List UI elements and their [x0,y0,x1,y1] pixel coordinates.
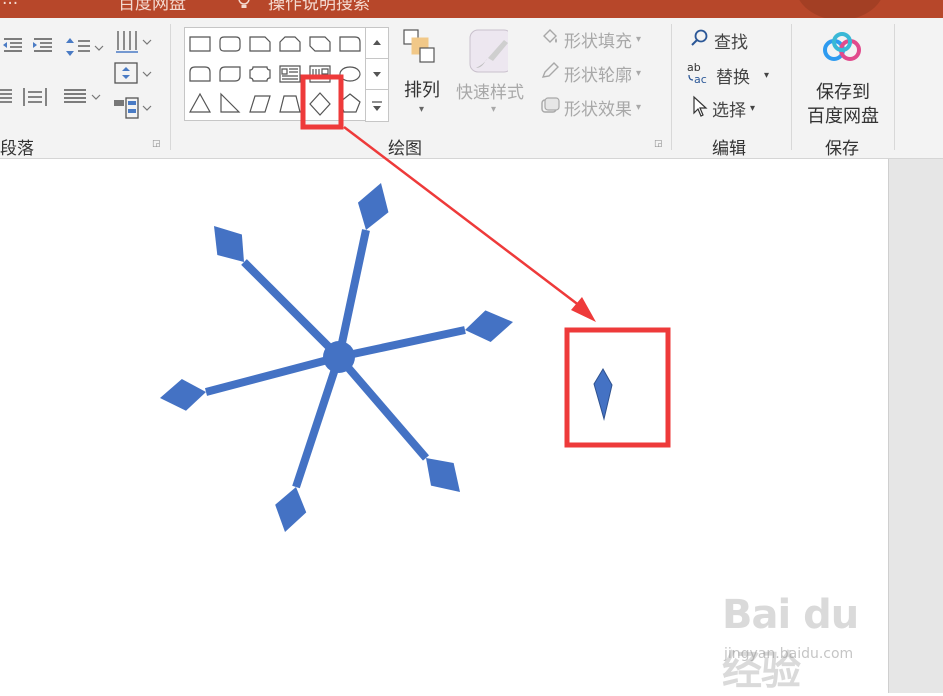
gallery-scroll-up-button[interactable] [365,27,389,59]
shape-effects-button[interactable]: 形状效果 ▾ [540,95,641,120]
save-group-label: 保存 [825,139,859,159]
quick-styles-icon [458,28,513,81]
save-to-label-line2: 百度网盘 [807,106,879,127]
oval-icon[interactable] [338,61,364,87]
text-box-icon[interactable] [278,61,304,87]
shape-effects-icon [540,95,560,120]
text-direction-button[interactable] [112,28,152,56]
shapes-gallery [184,27,389,121]
round-same-side-rectangle-icon[interactable] [188,61,214,87]
snip-same-side-rectangle-icon[interactable] [278,31,304,57]
decorative-circle-icon [795,0,885,18]
gallery-more-button[interactable] [365,89,389,122]
rounded-rectangle-icon[interactable] [218,31,244,57]
round-diagonal-rectangle-icon[interactable] [218,61,244,87]
group-divider [170,24,171,150]
quick-styles-label: 快速样式 [456,83,524,103]
drawing-group-label: 绘图 [388,139,422,159]
line-spacing-button[interactable] [64,36,104,58]
snip-corner-rectangle-icon[interactable] [248,31,274,57]
tell-me-search[interactable]: 操作说明搜索 [268,0,370,14]
shape-fill-label: 形状填充 [564,32,632,52]
round-corner-rectangle-icon[interactable] [338,31,364,57]
drawing-dialog-launcher-icon[interactable]: ◲ [654,140,663,149]
paragraph-dialog-launcher-icon[interactable]: ◲ [152,140,161,149]
title-left-text: ... [2,0,18,9]
decrease-indent-button[interactable] [0,36,24,54]
replace-label: 替换 [716,68,750,88]
quick-styles-button[interactable] [458,28,513,81]
group-divider [894,24,895,150]
columns-button[interactable] [62,86,102,108]
select-button[interactable]: 选择 ▾ [692,95,755,122]
paint-bucket-icon [540,27,560,52]
shape-effects-label: 形状效果 [564,100,632,120]
diamond-icon[interactable] [308,91,334,117]
arrange-icon [402,28,446,77]
rectangle-icon[interactable] [188,31,214,57]
align-text-button[interactable] [112,60,152,86]
triangle-icon[interactable] [188,91,214,117]
shape-outline-label: 形状轮廓 [564,66,632,86]
quick-styles-dropdown-icon[interactable]: ▾ [491,104,496,115]
replace-icon: ab ac [686,61,712,90]
title-bar: ... 百度网盘 操作说明搜索 [0,0,943,18]
vertical-text-box-icon[interactable] [308,61,334,87]
snip-diagonal-rectangle-icon[interactable] [308,31,334,57]
arrange-button[interactable] [402,28,446,77]
replace-dropdown-icon: ▾ [764,70,770,81]
arrange-label: 排列 [404,80,440,101]
distributed-button[interactable] [22,86,48,108]
shapes-gallery-grid [188,31,364,117]
trapezoid-icon[interactable] [278,91,304,117]
ribbon: 段落 ◲ 排列 ▾ 快速样式 ▾ 形状填充 ▾ 形状轮廓 ▾ 形状效果 ▾ 绘图… [0,18,943,159]
justify-button[interactable] [0,86,14,108]
parallelogram-icon[interactable] [248,91,274,117]
plaque-icon[interactable] [248,61,274,87]
pentagon-icon[interactable] [338,91,364,117]
slide-pane-edge [888,159,943,693]
pencil-icon [540,61,560,86]
group-divider [791,24,792,150]
save-to-label-line1: 保存到 [816,82,870,103]
cursor-arrow-icon [692,95,708,122]
smartart-button[interactable] [112,96,152,120]
shape-outline-dropdown-icon: ▾ [636,68,642,79]
paragraph-group-label: 段落 [0,139,34,159]
shape-effects-dropdown-icon: ▾ [636,102,642,113]
gallery-scroll-down-button[interactable] [365,58,389,90]
watermark-logo: Bai du 经验 [722,592,859,694]
baidu-cloud-icon [820,32,864,73]
increase-indent-button[interactable] [30,36,54,54]
shape-fill-dropdown-icon: ▾ [636,34,642,45]
save-to-baidu-button[interactable] [820,32,864,73]
baidu-drive-tab[interactable]: 百度网盘 [118,0,186,14]
group-divider [671,24,672,150]
shape-fill-button[interactable]: 形状填充 ▾ [540,27,641,52]
find-label: 查找 [714,33,748,53]
lightbulb-icon [238,0,250,16]
find-button[interactable]: 查找 [690,28,748,53]
select-label: 选择 [712,101,746,121]
replace-button[interactable]: ab ac 替换 ▾ [686,61,769,90]
search-icon [690,28,710,53]
arrange-dropdown-icon[interactable]: ▾ [419,104,424,115]
editing-group-label: 编辑 [712,139,746,159]
right-triangle-icon[interactable] [218,91,244,117]
svg-text:ac: ac [694,73,707,85]
watermark-url: jingyan.baidu.com [724,646,854,662]
select-dropdown-icon: ▾ [750,103,756,114]
baidu-jingyan-watermark: Bai du 经验 jingyan.baidu.com [722,592,892,694]
shape-outline-button[interactable]: 形状轮廓 ▾ [540,61,641,86]
